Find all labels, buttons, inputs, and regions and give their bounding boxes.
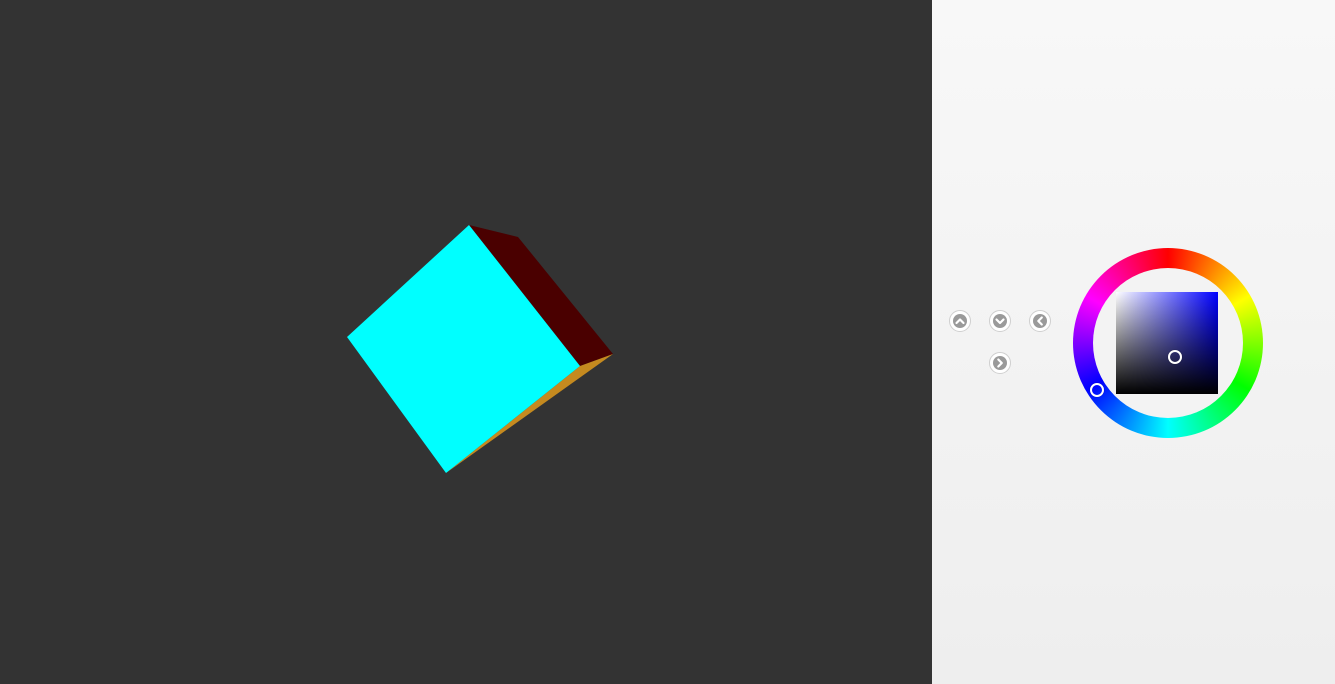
chevron-down-icon (995, 318, 1005, 325)
chevron-up-icon (955, 318, 965, 325)
saturation-value-marker[interactable] (1168, 350, 1182, 364)
hue-marker[interactable] (1090, 383, 1104, 397)
saturation-value-square[interactable] (1116, 292, 1218, 394)
control-panel (932, 0, 1335, 684)
rotate-right-button[interactable] (989, 352, 1011, 374)
rotate-down-button[interactable] (989, 310, 1011, 332)
color-picker (1073, 248, 1263, 438)
chevron-left-icon (1037, 316, 1043, 326)
rotate-up-button[interactable] (949, 310, 971, 332)
chevron-right-icon (997, 358, 1003, 368)
rotate-left-button[interactable] (1029, 310, 1051, 332)
cube-front-face (347, 225, 580, 473)
3d-viewport[interactable] (0, 0, 932, 684)
cube-canvas[interactable] (0, 0, 932, 684)
app (0, 0, 1335, 684)
